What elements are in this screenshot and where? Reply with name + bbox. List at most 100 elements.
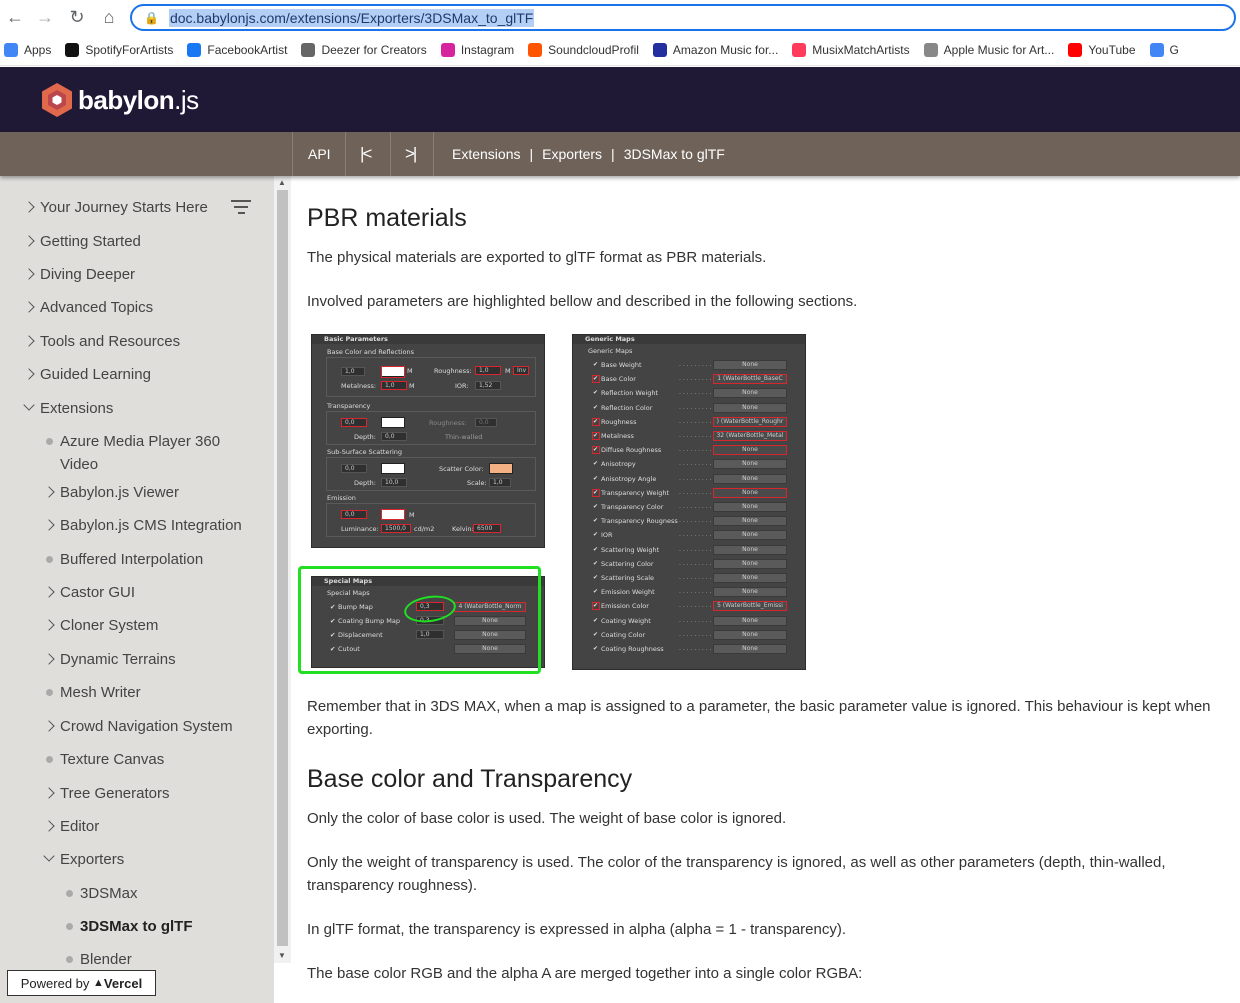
next-page-icon[interactable]: >|: [405, 132, 417, 176]
emission-color-swatch[interactable]: [381, 509, 405, 520]
breadcrumb-exporters[interactable]: Exporters: [542, 146, 602, 162]
checkbox-icon[interactable]: ✔: [593, 560, 599, 567]
sidebar-item[interactable]: Guided Learning: [18, 363, 240, 386]
generic-map-button[interactable]: None: [713, 402, 787, 413]
sidebar-item[interactable]: Your Journey Starts Here: [18, 196, 240, 219]
generic-map-button[interactable]: None: [713, 629, 787, 640]
roughness-field[interactable]: 1,0: [475, 366, 501, 375]
sidebar-item[interactable]: 3DSMax: [58, 882, 274, 905]
generic-map-button[interactable]: 32 (WaterBottle_Metal: [713, 431, 787, 441]
breadcrumb-extensions[interactable]: Extensions: [452, 146, 520, 162]
generic-map-button[interactable]: None: [713, 530, 787, 541]
filter-icon[interactable]: [231, 200, 251, 216]
scattering-color-swatch[interactable]: [381, 463, 405, 474]
generic-map-button[interactable]: None: [713, 388, 787, 399]
sidebar-item[interactable]: Getting Started: [18, 230, 240, 253]
generic-map-button[interactable]: None: [713, 644, 787, 654]
sidebar-item[interactable]: Mesh Writer: [38, 681, 260, 704]
checkbox-icon[interactable]: ✔: [592, 446, 600, 455]
bookmark-item[interactable]: MusixMatchArtists: [792, 42, 910, 57]
sidebar-item[interactable]: Crowd Navigation System: [38, 715, 260, 738]
checkbox-icon[interactable]: ✔: [593, 546, 599, 553]
luminance-field[interactable]: 1500,0: [381, 524, 411, 533]
sidebar-item[interactable]: Azure Media Player 360 Video: [38, 430, 240, 476]
checkbox-icon[interactable]: ✔: [592, 432, 600, 440]
checkbox-icon[interactable]: ✔: [593, 532, 599, 538]
scatter-color-swatch[interactable]: [489, 463, 513, 474]
babylon-logo[interactable]: babylon.js: [40, 82, 199, 118]
checkbox-icon[interactable]: ✔: [592, 375, 600, 384]
sidebar-item[interactable]: 3DSMax to glTF: [58, 915, 274, 938]
metalness-field[interactable]: 1,0: [381, 381, 407, 390]
back-icon[interactable]: ←: [0, 2, 30, 32]
sidebar-item[interactable]: Castor GUI: [38, 581, 260, 604]
checkbox-icon[interactable]: ✔: [593, 518, 599, 524]
sidebar-item[interactable]: Tree Generators: [38, 782, 260, 805]
bookmark-item[interactable]: SpotifyForArtists: [65, 42, 173, 57]
address-bar[interactable]: 🔒 doc.babylonjs.com/extensions/Exporters…: [130, 4, 1236, 31]
checkbox-icon[interactable]: ✔: [592, 602, 600, 611]
powered-by-vercel-badge[interactable]: Powered by ▲ Vercel: [7, 970, 156, 996]
checkbox-icon[interactable]: ✔: [593, 631, 599, 638]
sidebar-item[interactable]: Tools and Resources: [18, 330, 240, 353]
sidebar-item[interactable]: Dynamic Terrains: [38, 648, 260, 671]
base-weight-field[interactable]: 1,0: [341, 367, 365, 376]
scale-field[interactable]: 1,0: [489, 478, 511, 487]
generic-map-button[interactable]: None: [713, 360, 787, 370]
scattering-weight-field[interactable]: 0,0: [341, 464, 367, 473]
checkbox-icon[interactable]: ✔: [593, 362, 599, 368]
sidebar-item[interactable]: Texture Canvas: [38, 748, 260, 771]
generic-map-button[interactable]: 1 (WaterBottle_BaseC: [713, 374, 787, 385]
transparency-field[interactable]: 0,0: [341, 418, 367, 427]
api-link[interactable]: API: [308, 132, 331, 176]
checkbox-icon[interactable]: ✔: [593, 589, 599, 595]
generic-map-button[interactable]: None: [713, 459, 787, 470]
sidebar-item[interactable]: Diving Deeper: [18, 263, 240, 286]
generic-map-button[interactable]: None: [713, 445, 787, 456]
checkbox-icon[interactable]: ✔: [593, 617, 599, 624]
scattering-depth-field[interactable]: 10,0: [381, 478, 407, 487]
sidebar-item[interactable]: Cloner System: [38, 614, 260, 637]
generic-map-button[interactable]: None: [713, 473, 787, 484]
transparency-color-swatch[interactable]: [381, 417, 405, 428]
generic-map-button[interactable]: None: [713, 544, 787, 555]
forward-icon[interactable]: →: [30, 2, 60, 32]
bookmark-item[interactable]: Deezer for Creators: [301, 42, 427, 57]
checkbox-icon[interactable]: ✔: [592, 417, 600, 426]
generic-map-button[interactable]: None: [713, 558, 787, 569]
bookmark-item[interactable]: FacebookArtist: [187, 42, 287, 57]
sidebar-item[interactable]: Babylon.js Viewer: [38, 481, 260, 504]
sidebar-item[interactable]: Exporters: [38, 848, 260, 871]
sidebar-item[interactable]: Editor: [38, 815, 260, 838]
generic-map-button[interactable]: None: [713, 487, 787, 498]
generic-map-button[interactable]: ) (WaterBottle_Roughr: [713, 416, 787, 427]
home-icon[interactable]: ⌂: [94, 2, 124, 32]
sidebar-item[interactable]: Extensions: [18, 397, 240, 420]
bookmark-item[interactable]: Apps: [4, 42, 51, 57]
bookmark-item[interactable]: SoundcloudProfil: [528, 42, 639, 57]
scroll-up-icon[interactable]: ▲: [278, 178, 286, 187]
scroll-down-icon[interactable]: ▼: [278, 951, 286, 960]
bookmark-item[interactable]: Amazon Music for...: [652, 42, 778, 57]
checkbox-icon[interactable]: ✔: [593, 390, 599, 396]
checkbox-icon[interactable]: ✔: [593, 575, 599, 581]
checkbox-icon[interactable]: ✔: [593, 646, 599, 652]
sidebar-item[interactable]: Blender: [58, 948, 274, 971]
bookmark-item[interactable]: G: [1149, 42, 1179, 57]
generic-map-button[interactable]: None: [713, 615, 787, 626]
depth-field[interactable]: 0,0: [381, 432, 407, 441]
reload-icon[interactable]: ↻: [62, 2, 92, 32]
emission-weight-field[interactable]: 0,0: [341, 510, 367, 519]
checkbox-icon[interactable]: ✔: [592, 488, 600, 497]
invert-toggle[interactable]: Inv: [513, 366, 529, 375]
transparency-roughness-field[interactable]: 0,0: [475, 418, 497, 427]
checkbox-icon[interactable]: ✔: [593, 504, 599, 510]
bookmark-item[interactable]: YouTube: [1068, 42, 1136, 57]
generic-map-button[interactable]: 5 (WaterBottle_Emissi: [713, 601, 787, 612]
generic-map-button[interactable]: None: [713, 587, 787, 598]
bookmark-item[interactable]: Instagram: [440, 42, 514, 57]
bookmark-item[interactable]: Apple Music for Art...: [923, 42, 1054, 57]
ior-field[interactable]: 1,52: [475, 381, 501, 390]
sidebar-item[interactable]: Buffered Interpolation: [38, 548, 260, 571]
kelvin-field[interactable]: 6500: [473, 524, 501, 533]
